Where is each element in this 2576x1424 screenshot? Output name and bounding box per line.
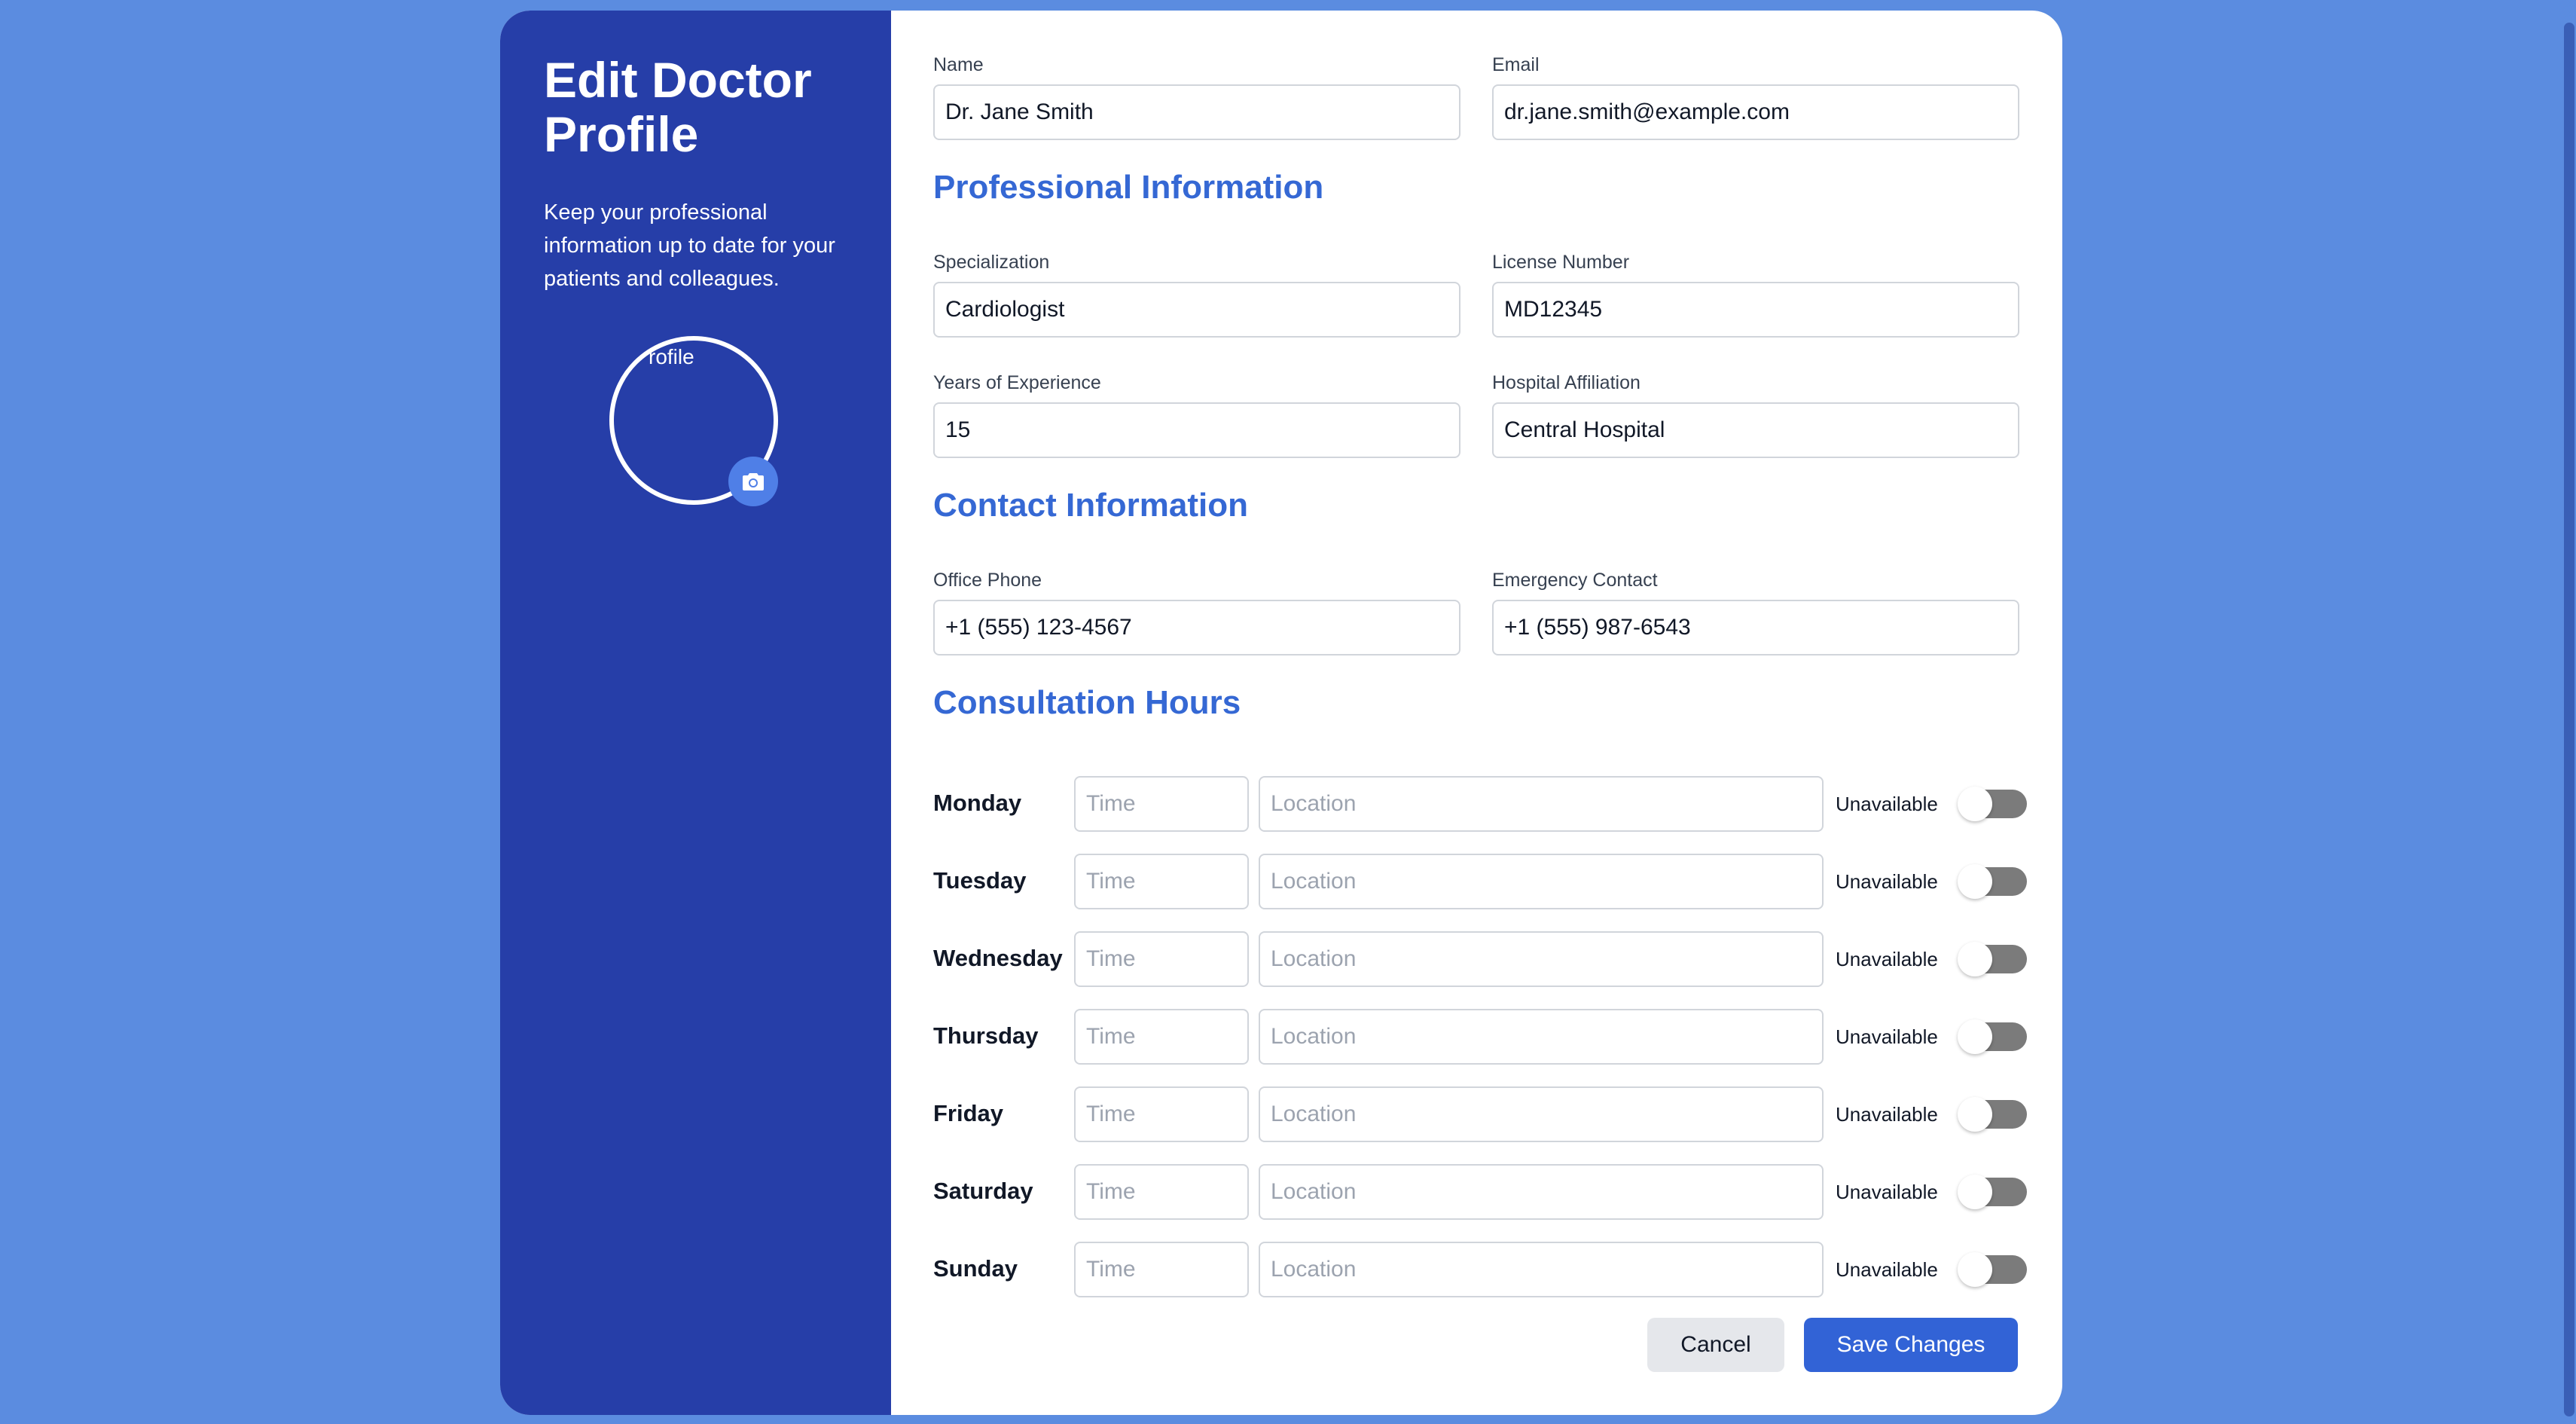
scrollbar-thumb[interactable] <box>2564 23 2574 1416</box>
hours-row-wednesday: Wednesday Unavailable <box>933 931 2027 987</box>
availability-toggle[interactable] <box>1958 1175 2027 1209</box>
sidebar: Edit Doctor Profile Keep your profession… <box>500 11 891 1415</box>
page: Edit Doctor Profile Keep your profession… <box>0 0 2576 1424</box>
camera-icon <box>743 473 764 490</box>
toggle-knob <box>1958 1252 1992 1287</box>
availability-toggle[interactable] <box>1958 787 2027 821</box>
availability-label: Unavailable <box>1836 1103 1938 1126</box>
day-label: Saturday <box>933 1178 1033 1204</box>
location-input[interactable] <box>1259 1242 1824 1297</box>
professional-section-title: Professional Information <box>933 169 1324 206</box>
name-label: Name <box>933 54 984 75</box>
office-phone-label: Office Phone <box>933 570 1042 591</box>
location-input[interactable] <box>1259 1086 1824 1142</box>
time-input[interactable] <box>1074 1242 1249 1297</box>
toggle-knob <box>1958 942 1992 976</box>
availability-label: Unavailable <box>1836 1025 1938 1048</box>
profile-form: Name Email Professional Information Spec… <box>891 11 2062 1415</box>
availability-toggle[interactable] <box>1958 1097 2027 1132</box>
specialization-input[interactable] <box>933 282 1460 338</box>
location-input[interactable] <box>1259 776 1824 832</box>
day-label: Thursday <box>933 1022 1039 1049</box>
availability-toggle[interactable] <box>1958 864 2027 899</box>
hospital-label: Hospital Affiliation <box>1492 372 1641 393</box>
time-input[interactable] <box>1074 1164 1249 1220</box>
save-changes-button[interactable]: Save Changes <box>1804 1318 2018 1372</box>
location-input[interactable] <box>1259 854 1824 909</box>
sidebar-description: Keep your professional information up to… <box>544 200 835 291</box>
hours-row-saturday: Saturday Unavailable <box>933 1164 2027 1220</box>
availability-toggle[interactable] <box>1958 1019 2027 1054</box>
time-input[interactable] <box>1074 1086 1249 1142</box>
time-input[interactable] <box>1074 776 1249 832</box>
day-label: Monday <box>933 790 1022 816</box>
license-label: License Number <box>1492 252 1630 273</box>
email-label: Email <box>1492 54 1540 75</box>
hours-row-tuesday: Tuesday Unavailable <box>933 854 2027 909</box>
hours-row-sunday: Sunday Unavailable <box>933 1242 2027 1297</box>
cancel-button[interactable]: Cancel <box>1647 1318 1784 1372</box>
availability-toggle[interactable] <box>1958 942 2027 976</box>
time-input[interactable] <box>1074 854 1249 909</box>
availability-label: Unavailable <box>1836 1181 1938 1203</box>
license-input[interactable] <box>1492 282 2019 338</box>
day-label: Wednesday <box>933 945 1063 971</box>
location-input[interactable] <box>1259 1164 1824 1220</box>
email-input[interactable] <box>1492 84 2019 140</box>
experience-label: Years of Experience <box>933 372 1101 393</box>
toggle-knob <box>1958 1175 1992 1209</box>
emergency-contact-label: Emergency Contact <box>1492 570 1658 591</box>
avatar-upload-button[interactable] <box>728 457 778 506</box>
day-label: Tuesday <box>933 867 1027 894</box>
toggle-knob <box>1958 787 1992 821</box>
contact-section-title: Contact Information <box>933 487 1248 524</box>
emergency-contact-input[interactable] <box>1492 600 2019 655</box>
hours-row-friday: Friday Unavailable <box>933 1086 2027 1142</box>
avatar[interactable]: rofile <box>609 336 778 506</box>
toggle-knob <box>1958 1019 1992 1054</box>
avatar-alt-text: rofile <box>649 345 694 368</box>
availability-label: Unavailable <box>1836 793 1938 815</box>
hospital-input[interactable] <box>1492 402 2019 458</box>
experience-input[interactable] <box>933 402 1460 458</box>
availability-toggle[interactable] <box>1958 1252 2027 1287</box>
specialization-label: Specialization <box>933 252 1050 273</box>
office-phone-input[interactable] <box>933 600 1460 655</box>
availability-label: Unavailable <box>1836 1258 1938 1281</box>
day-label: Friday <box>933 1100 1004 1126</box>
toggle-knob <box>1958 864 1992 899</box>
availability-label: Unavailable <box>1836 870 1938 893</box>
hours-row-monday: Monday Unavailable <box>933 776 2027 832</box>
toggle-knob <box>1958 1097 1992 1132</box>
location-input[interactable] <box>1259 1009 1824 1065</box>
hours-section-title: Consultation Hours <box>933 684 1241 721</box>
hours-row-thursday: Thursday Unavailable <box>933 1009 2027 1065</box>
day-label: Sunday <box>933 1255 1018 1282</box>
page-title: Edit Doctor Profile <box>544 52 812 162</box>
edit-profile-card: Edit Doctor Profile Keep your profession… <box>500 11 2062 1415</box>
location-input[interactable] <box>1259 931 1824 987</box>
name-input[interactable] <box>933 84 1460 140</box>
time-input[interactable] <box>1074 931 1249 987</box>
page-scrollbar[interactable] <box>2562 0 2576 1424</box>
time-input[interactable] <box>1074 1009 1249 1065</box>
availability-label: Unavailable <box>1836 948 1938 970</box>
